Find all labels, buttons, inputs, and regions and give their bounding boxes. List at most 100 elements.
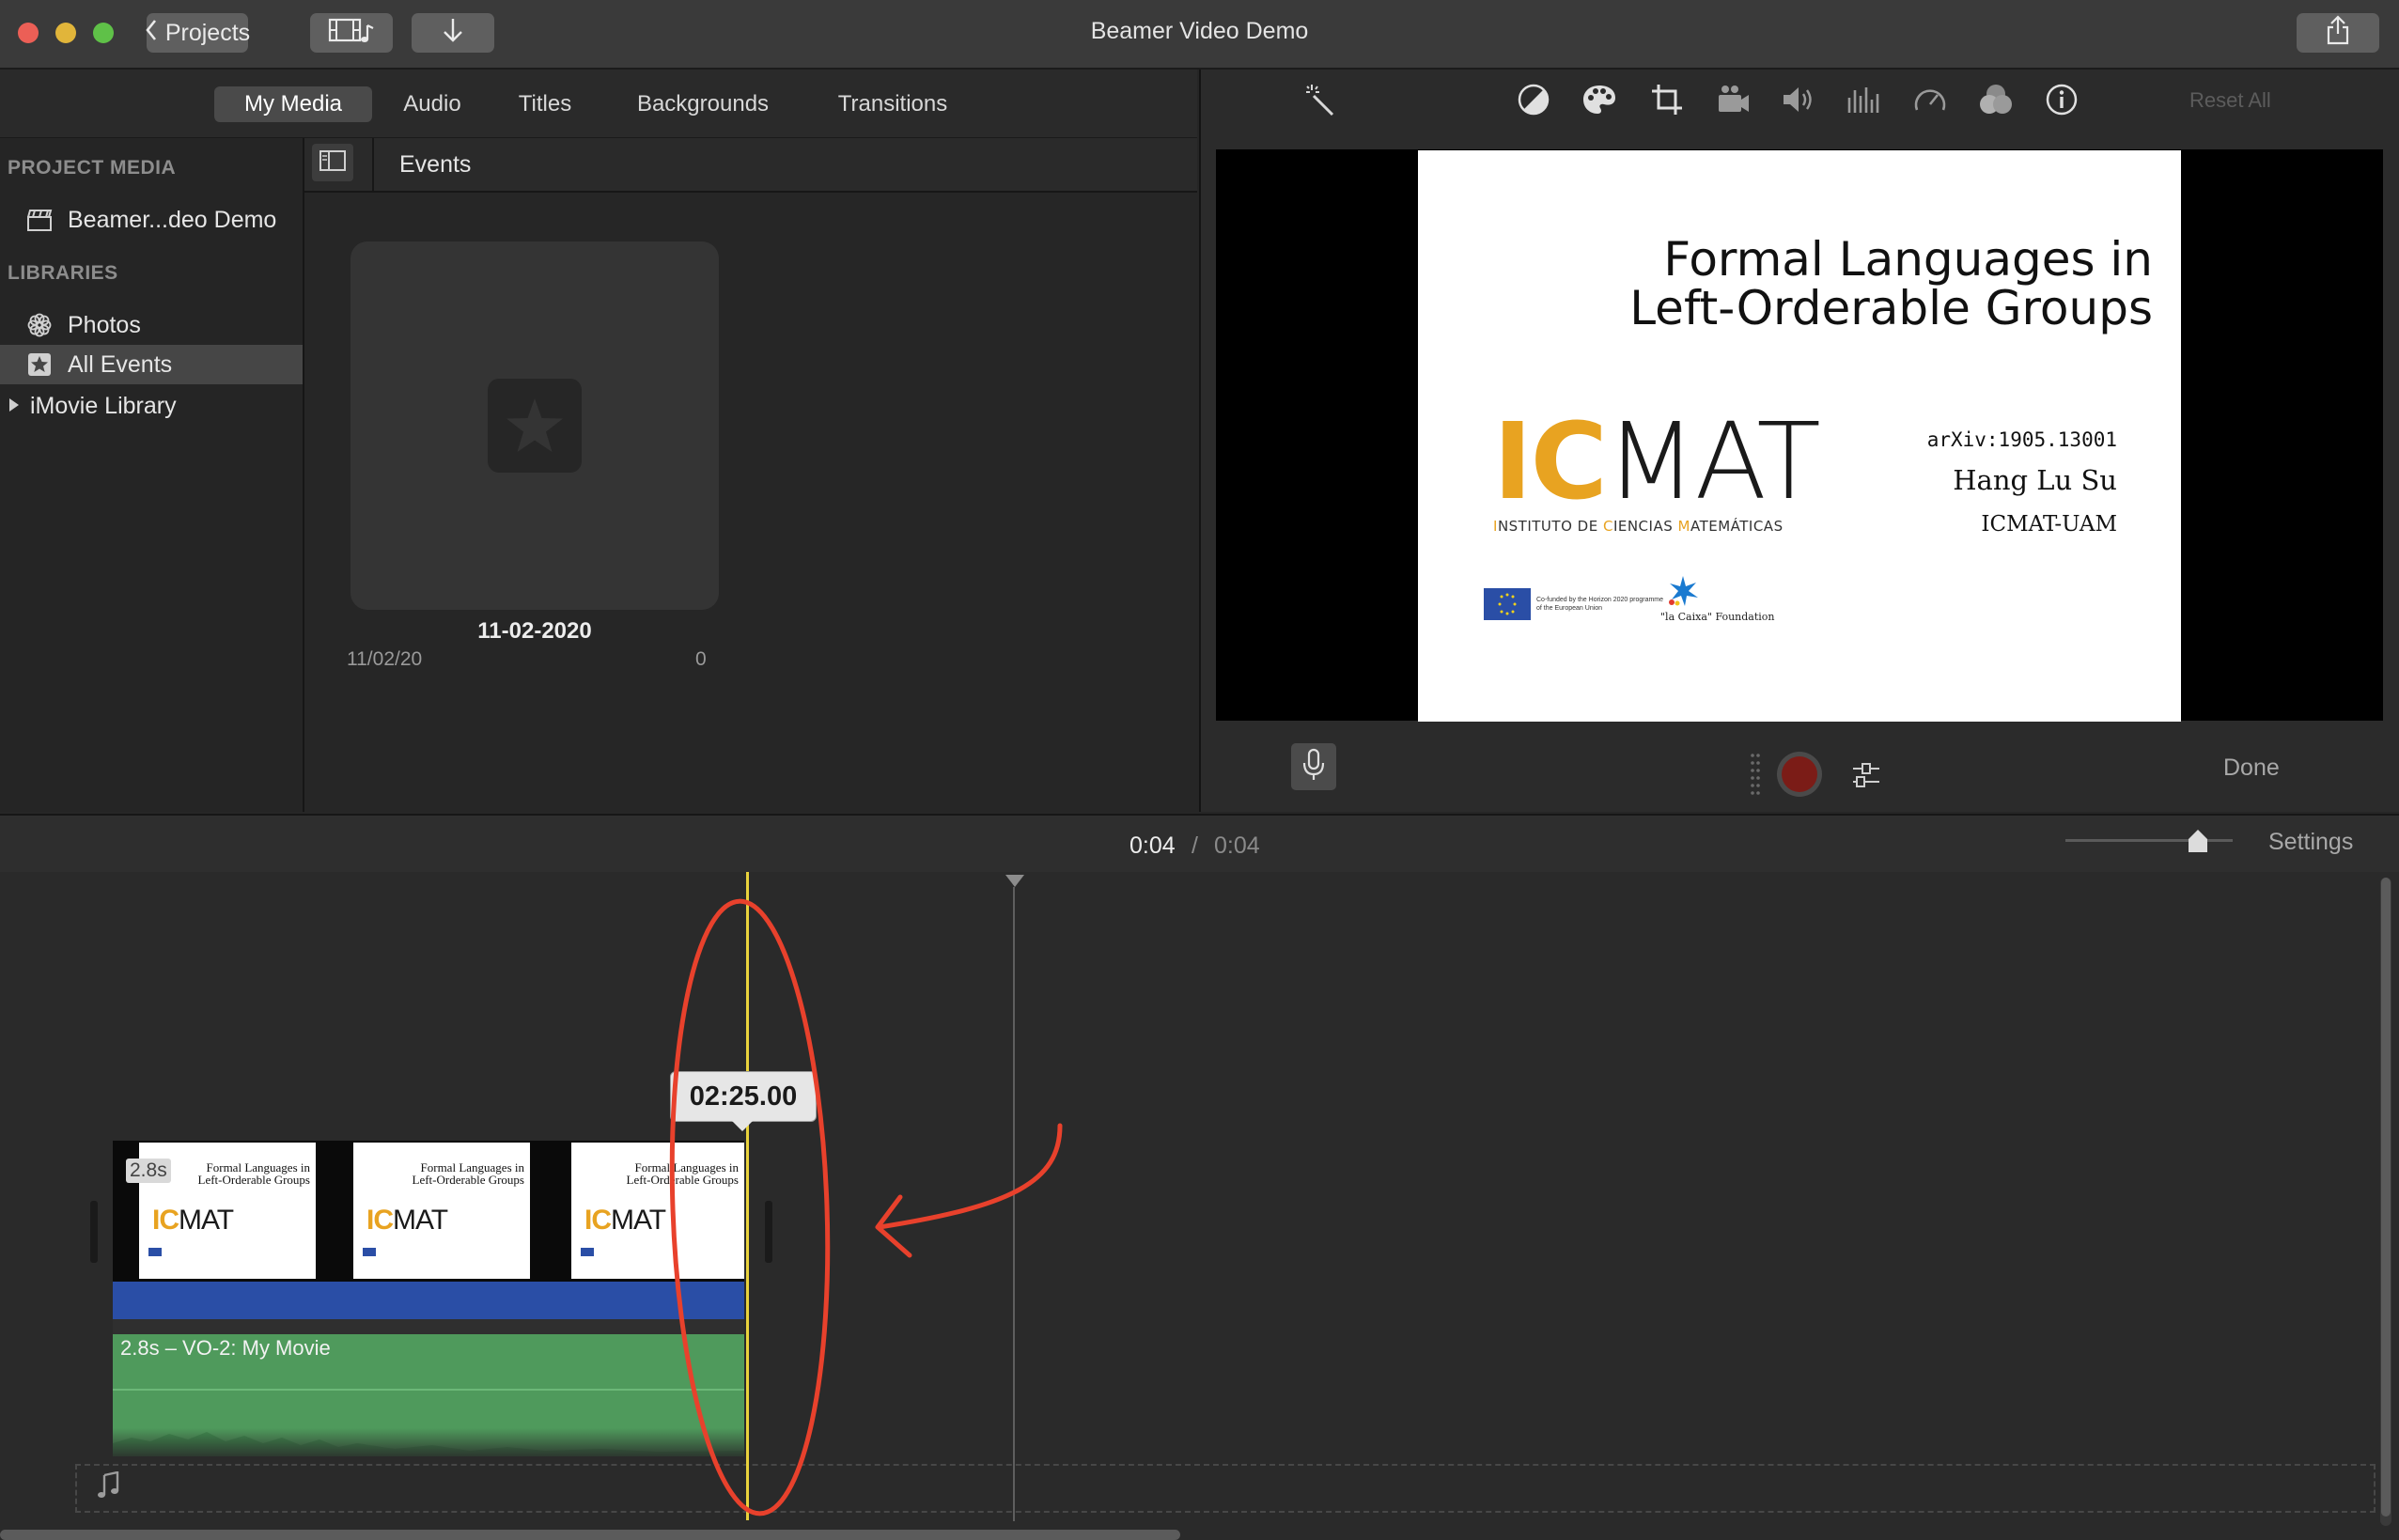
horizontal-scrollbar-thumb[interactable]: [0, 1530, 1180, 1540]
libraries-heading: LIBRARIES: [8, 262, 118, 284]
eu-funding-line: of the European Union: [1536, 605, 1603, 612]
slide-title-line: Left-Orderable Groups: [1629, 281, 2153, 335]
clip-thumbnail: Formal Languages in Left-Orderable Groups…: [353, 1143, 530, 1279]
magic-wand-icon: [1304, 83, 1338, 121]
clip-filter-button[interactable]: [1975, 81, 2017, 122]
tab-backgrounds[interactable]: Backgrounds: [620, 86, 786, 122]
sidebar-item-all-events[interactable]: All Events: [0, 345, 303, 384]
window-title: Beamer Video Demo: [1090, 18, 1309, 44]
star-box-icon: [26, 351, 53, 378]
color-balance-icon: [1517, 83, 1550, 121]
sidebar-item-project[interactable]: Beamer...deo Demo: [0, 200, 303, 240]
clip-duration-badge: 2.8s: [126, 1159, 171, 1183]
sidebar-item-label: iMovie Library: [30, 392, 177, 419]
crop-button[interactable]: [1646, 81, 1688, 122]
sidebar-item-imovie-library[interactable]: iMovie Library: [0, 386, 303, 426]
project-media-heading: PROJECT MEDIA: [8, 157, 177, 179]
clip-info-button[interactable]: [2041, 81, 2082, 122]
tab-transitions[interactable]: Transitions: [818, 86, 968, 122]
thumbnail-logo: ICMAT: [152, 1205, 234, 1237]
events-label: Events: [399, 151, 472, 178]
speed-button[interactable]: [1909, 81, 1951, 122]
microphone-icon: [1301, 748, 1326, 786]
tab-titles[interactable]: Titles: [502, 86, 588, 122]
thumbnail-logo-mat: MAT: [393, 1205, 448, 1236]
vertical-scrollbar-thumb[interactable]: [2381, 878, 2391, 1517]
share-button[interactable]: [2297, 13, 2379, 53]
thumbnail-logo-ic: IC: [584, 1205, 612, 1236]
disclosure-triangle-icon[interactable]: [8, 393, 21, 420]
record-button[interactable]: [1777, 752, 1822, 797]
thumbnail-eu-flag-icon: [148, 1248, 162, 1256]
annotation-arrow-icon: [861, 1116, 1086, 1271]
noise-reduction-button[interactable]: [1844, 81, 1885, 122]
vertical-scrollbar[interactable]: [2380, 878, 2391, 1526]
thumbnail-logo-ic: IC: [366, 1205, 394, 1236]
voiceover-options-button[interactable]: [1851, 759, 1881, 796]
speaker-icon: [1781, 85, 1816, 119]
record-icon: [1782, 756, 1817, 792]
tab-my-media[interactable]: My Media: [214, 86, 372, 122]
logo-sub-part: IENCIAS: [1612, 518, 1678, 535]
thumbnail-title: Formal Languages in Left-Orderable Groups: [413, 1161, 524, 1186]
info-icon: [2045, 83, 2079, 121]
color-correction-button[interactable]: [1579, 81, 1620, 122]
tab-audio[interactable]: Audio: [387, 86, 477, 122]
sidebar-item-photos[interactable]: Photos: [0, 305, 303, 345]
thumbnail-logo-mat: MAT: [179, 1205, 234, 1236]
done-button[interactable]: Done: [2223, 754, 2280, 782]
icmat-logo: ICMAT: [1493, 410, 1821, 515]
slide-title: Formal Languages in Left-Orderable Group…: [1629, 235, 2153, 333]
event-date: 11/02/20: [347, 648, 423, 670]
clip-trim-handle-left[interactable]: [90, 1201, 98, 1263]
zoom-slider-thumb[interactable]: [2188, 829, 2208, 858]
reset-all-button[interactable]: Reset All: [2189, 88, 2271, 113]
sidebar-toggle-button[interactable]: [312, 144, 353, 181]
stabilization-button[interactable]: [1712, 81, 1753, 122]
magic-wand-button[interactable]: [1301, 81, 1342, 122]
event-star-icon: [488, 379, 582, 473]
eu-funding-text: Co-funded by the Horizon 2020 programme …: [1536, 596, 1663, 613]
audio-clip-fade: [113, 1428, 744, 1456]
thumbnail-logo-ic: IC: [152, 1205, 179, 1236]
slide-author: Hang Lu Su: [1953, 464, 2117, 496]
volume-button[interactable]: [1778, 81, 1819, 122]
library-sidebar: PROJECT MEDIA Beamer...deo Demo LIBRARIE…: [0, 138, 304, 812]
clapperboard-icon: [26, 207, 53, 233]
thumbnail-eu-flag-icon: [581, 1248, 594, 1256]
slide-affiliation: ICMAT-UAM: [1981, 512, 2117, 537]
thumbnail-logo: ICMAT: [366, 1205, 448, 1237]
drag-handle-icon[interactable]: [1750, 752, 1761, 801]
thumbnail-title-line: Left-Orderable Groups: [197, 1173, 310, 1187]
logo-sub-part: M: [1677, 518, 1690, 535]
sidebar-toggle-icon: [319, 149, 346, 176]
logo-ic: IC: [1493, 401, 1608, 523]
speedometer-icon: [1912, 84, 1948, 120]
music-well[interactable]: [75, 1464, 2376, 1513]
color-balance-button[interactable]: [1513, 81, 1554, 122]
sidebar-item-label: Beamer...deo Demo: [68, 206, 277, 233]
event-thumbnail[interactable]: [351, 241, 719, 610]
volume-line[interactable]: [113, 1389, 744, 1391]
end-marker-icon: [1005, 874, 1025, 894]
clip-audio-bar[interactable]: [113, 1282, 744, 1319]
browser-tab-bar: [0, 70, 1197, 138]
clip-gap: [113, 1319, 744, 1334]
event-name: 11-02-2020: [477, 618, 592, 644]
slide-frame: Formal Languages in Left-Orderable Group…: [1418, 150, 2181, 722]
eu-flag-icon: [1484, 588, 1531, 620]
event-clip-count: 0: [695, 648, 707, 670]
total-time: 0:04: [1214, 832, 1260, 859]
annotation-ellipse: [658, 893, 846, 1536]
la-caixa-text: "la Caixa" Foundation: [1660, 611, 1775, 623]
voiceover-button[interactable]: [1291, 743, 1336, 790]
settings-button[interactable]: Settings: [2268, 829, 2353, 856]
slide-title-line: Formal Languages in: [1663, 232, 2153, 287]
thumbnail-title: Formal Languages in Left-Orderable Groups: [198, 1161, 310, 1186]
photos-flower-icon: [26, 312, 53, 338]
overlapping-circles-icon: [1978, 83, 2014, 121]
share-icon: [2325, 14, 2351, 52]
sidebar-item-label: All Events: [68, 350, 173, 378]
sidebar-item-label: Photos: [68, 311, 141, 338]
timeline-header: 0:04 / 0:04 Settings: [0, 814, 2399, 874]
